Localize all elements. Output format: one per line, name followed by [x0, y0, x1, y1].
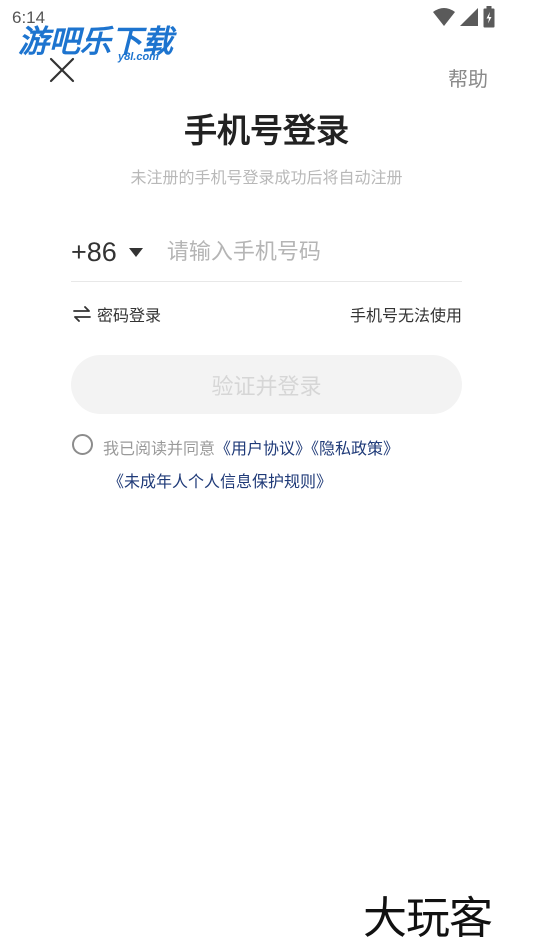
watermark-logo: 游吧乐下载 y8l.com [18, 16, 186, 68]
help-link[interactable]: 帮助 [448, 63, 488, 92]
phone-unusable-link[interactable]: 手机号无法使用 [350, 302, 462, 326]
agreement-checkbox[interactable] [72, 434, 93, 455]
agreement-line-2: 《未成年人个人信息保护规则》 [108, 468, 332, 492]
privacy-policy-link[interactable]: 《隐私政策》 [311, 439, 399, 458]
agreement-line-1: 我已阅读并同意《用户协议》《隐私政策》 [103, 435, 399, 459]
watermark-logo-domain: y8l.com [118, 51, 159, 63]
signal-icon [460, 8, 478, 26]
battery-icon [483, 6, 495, 28]
close-button[interactable] [46, 54, 78, 86]
agreement-prefix: 我已阅读并同意 [103, 439, 216, 458]
password-login-label: 密码登录 [97, 306, 162, 325]
watermark-bottom-text: 大玩客 [363, 893, 493, 944]
status-icons [433, 6, 495, 28]
page-subtitle: 未注册的手机号登录成功后将自动注册 [130, 168, 403, 187]
user-agreement-link[interactable]: 《用户协议》 [215, 439, 311, 458]
minor-policy-link[interactable]: 《未成年人个人信息保护规则》 [108, 472, 332, 491]
password-login-link[interactable]: 密码登录 [73, 302, 161, 326]
phone-input[interactable] [166, 240, 427, 265]
login-options-row: 密码登录 手机号无法使用 [73, 302, 462, 326]
close-icon [49, 57, 75, 83]
switch-arrows-icon [73, 306, 91, 322]
verify-login-button[interactable]: 验证并登录 [71, 355, 462, 414]
country-code[interactable]: +86 [71, 237, 117, 268]
caret-down-icon[interactable] [128, 248, 143, 257]
phone-input-row: +86 [71, 224, 462, 282]
wifi-icon [433, 8, 455, 26]
page-title: 手机号登录 [184, 111, 349, 150]
